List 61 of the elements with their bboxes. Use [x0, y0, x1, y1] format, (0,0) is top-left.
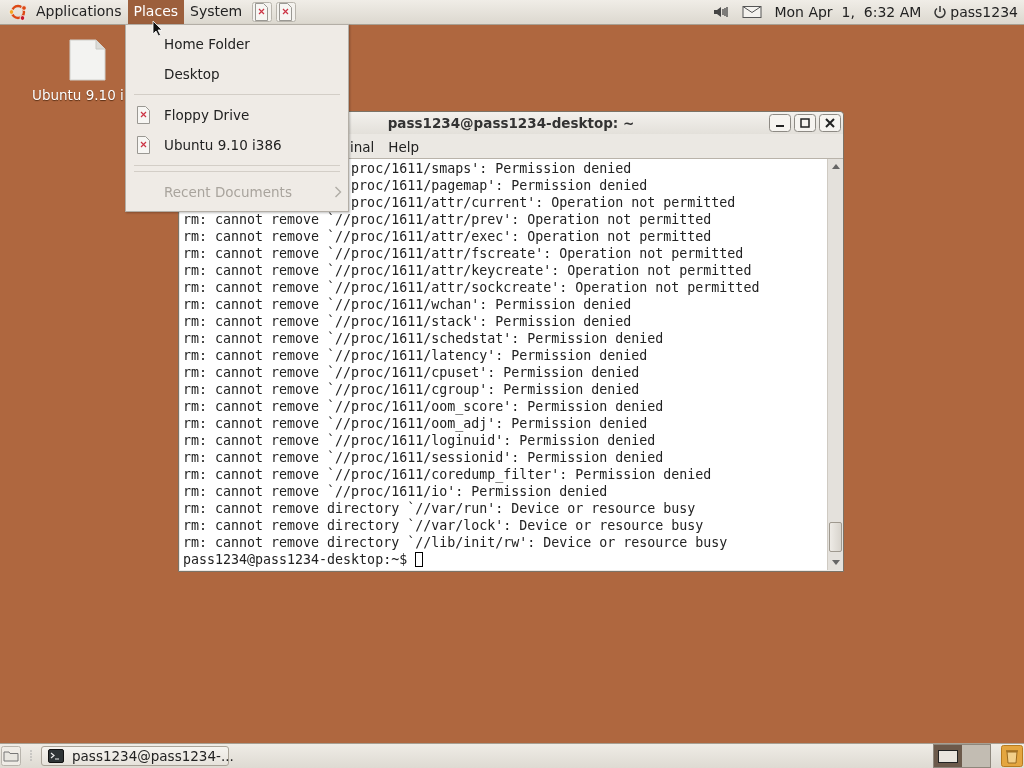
launcher-icon[interactable]: [252, 2, 273, 22]
panel-menu[interactable]: Places: [127, 0, 185, 24]
workspace-button[interactable]: [934, 745, 962, 767]
terminal-line: rm: cannot remove `//proc/1611/io': Permission denied: [183, 483, 609, 500]
volume-icon[interactable]: [712, 5, 731, 19]
menu-item[interactable]: Floppy Drive: [126, 100, 348, 130]
launcher-icon[interactable]: [276, 2, 297, 22]
terminal-line: rm: cannot remove directory `//lib/init/rw': Device or resource busy: [183, 534, 729, 551]
terminal-line: proc/1611/attr/current': Operation not permitted: [351, 194, 737, 211]
menu-item[interactable]: Home Folder: [126, 29, 348, 59]
prompt-text: pass1234@pass1234-desktop:~$: [183, 551, 408, 568]
clock-label[interactable]: Mon Apr 1, 6:32 AM: [774, 4, 922, 20]
terminal-line: rm: cannot remove `//proc/1611/wchan': Permission denied: [183, 296, 633, 313]
terminal-line: rm: cannot remove `//proc/1611/stack': Permission denied: [183, 313, 633, 330]
mouse-pointer-icon: [152, 20, 163, 37]
terminal-line: proc/1611/pagemap': Permission denied: [351, 177, 649, 194]
terminal-line: rm: cannot remove directory `//var/run': Device or resource busy: [183, 500, 697, 517]
terminal-line: rm: cannot remove `//proc/1611/attr/keycreate': Operation not permitted: [183, 262, 753, 279]
maximize-icon[interactable]: [794, 114, 816, 132]
terminal-line: proc/1611/smaps': Permission denied: [351, 160, 633, 177]
terminal-line: rm: cannot remove `//proc/1611/attr/fscreate': Operation not permitted: [183, 245, 745, 262]
panel-menu[interactable]: Applications: [30, 0, 128, 24]
panel-menu[interactable]: System: [184, 0, 249, 24]
terminal-line: rm: cannot remove `//proc/1611/attr/prev': Operation not permitted: [183, 211, 713, 228]
menu-item[interactable]: Ubuntu 9.10 i386: [126, 130, 348, 160]
ubuntu-logo-icon[interactable]: [8, 2, 28, 22]
file-icon[interactable]: [68, 39, 106, 81]
chevron-right-icon: [334, 186, 342, 198]
text-cursor: [415, 552, 424, 567]
envelope-icon[interactable]: [742, 5, 763, 19]
terminal-icon: [48, 749, 64, 763]
show-desktop-icon[interactable]: [1, 746, 21, 766]
power-icon[interactable]: [933, 5, 948, 19]
terminal-line: rm: cannot remove `//proc/1611/sessionid': Permission denied: [183, 449, 665, 466]
trash-icon[interactable]: [1001, 745, 1023, 767]
menu-item[interactable]: Desktop: [126, 59, 348, 89]
broken-file-icon: [136, 135, 151, 155]
terminal-line: rm: cannot remove `//proc/1611/cgroup': Permission denied: [183, 381, 641, 398]
terminal-line: rm: cannot remove `//proc/1611/cpuset': Permission denied: [183, 364, 641, 381]
terminal-line: rm: cannot remove `//proc/1611/loginuid': Permission denied: [183, 432, 657, 449]
broken-file-icon: [136, 105, 151, 125]
desktop-icon-label[interactable]: Ubuntu 9.10 i: [32, 87, 124, 103]
terminal-line: rm: cannot remove `//proc/1611/attr/sockcreate': Operation not permitted: [183, 279, 761, 296]
terminal-line: rm: cannot remove `//proc/1611/oom_adj': Permission denied: [183, 415, 649, 432]
terminal-line: rm: cannot remove `//proc/1611/schedstat': Permission denied: [183, 330, 665, 347]
window-title: pass1234@pass1234-desktop: ~: [387, 115, 635, 131]
close-icon[interactable]: [819, 114, 841, 132]
scroll-down-arrow[interactable]: [831, 560, 840, 565]
scroll-up-arrow[interactable]: [831, 164, 840, 169]
menu-item[interactable]: inal: [350, 139, 375, 155]
user-name[interactable]: pass1234: [950, 4, 1018, 20]
terminal-line: rm: cannot remove `//proc/1611/oom_score': Permission denied: [183, 398, 665, 415]
scrollbar-thumb[interactable]: [829, 522, 842, 552]
scrollbar[interactable]: [827, 159, 843, 570]
minimize-icon[interactable]: [769, 114, 791, 132]
terminal-line: rm: cannot remove `//proc/1611/coredump_filter': Permission denied: [183, 466, 713, 483]
terminal-line: rm: cannot remove `//proc/1611/attr/exec': Operation not permitted: [183, 228, 713, 245]
workspace-switcher[interactable]: [933, 744, 991, 768]
menu-item[interactable]: Help: [388, 139, 420, 155]
terminal-line: rm: cannot remove directory `//var/lock': Device or resource busy: [183, 517, 705, 534]
terminal-line: rm: cannot remove `//proc/1611/latency': Permission denied: [183, 347, 649, 364]
